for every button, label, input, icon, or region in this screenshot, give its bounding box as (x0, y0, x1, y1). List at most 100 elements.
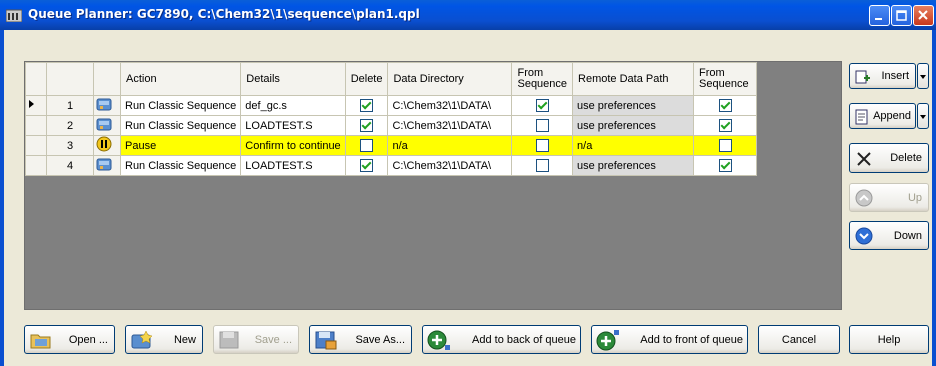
from-sequence-remote-cell[interactable] (693, 115, 758, 136)
from-sequence-remote-checkbox[interactable] (718, 119, 732, 132)
row-pointer-icon (29, 100, 34, 108)
new-button[interactable]: New (125, 325, 203, 354)
row-indicator (25, 155, 47, 176)
delete-checkbox-cell[interactable] (344, 115, 389, 136)
col-header-icon (93, 62, 121, 96)
details-cell[interactable]: def_gc.s (240, 95, 346, 116)
row-number: 2 (46, 115, 94, 136)
table-row[interactable]: 3 Pause Confirm to continue n/a n/a (25, 135, 758, 156)
action-cell[interactable]: Pause (119, 135, 242, 156)
col-header-remote-data-path[interactable]: Remote Data Path (572, 62, 695, 96)
delete-checkbox[interactable] (360, 159, 374, 172)
details-cell[interactable]: LOADTEST.S (240, 155, 346, 176)
save-label: Save ... (254, 333, 292, 346)
remote-data-path-cell[interactable]: use preferences (572, 155, 695, 176)
queue-grid[interactable]: Action Details Delete Data Directory Fro… (24, 61, 842, 310)
down-arrow-icon (855, 227, 873, 245)
row-number: 4 (46, 155, 94, 176)
col-header-row-indicator (25, 62, 47, 96)
add-back-label: Add to back of queue (472, 333, 576, 346)
data-directory-cell[interactable]: C:\Chem32\1\DATA\ (387, 95, 513, 116)
sequence-icon (93, 155, 121, 176)
remote-data-path-cell[interactable]: use preferences (572, 95, 695, 116)
save-button[interactable]: Save ... (213, 325, 299, 354)
save-as-label: Save As... (355, 333, 405, 346)
action-cell[interactable]: Run Classic Sequence (119, 155, 242, 176)
append-dropdown-button[interactable] (917, 103, 929, 129)
insert-button[interactable]: Insert (849, 63, 916, 89)
row-number: 1 (46, 95, 94, 116)
table-row[interactable]: 1 Run Classic Sequence def_gc.s C:\Chem3… (25, 95, 758, 116)
col-header-from-sequence-remote[interactable]: From Sequence (693, 62, 758, 96)
save-icon (219, 331, 239, 349)
from-sequence-remote-checkbox[interactable] (718, 99, 732, 112)
table-row[interactable]: 2 Run Classic Sequence LOADTEST.S C:\Che… (25, 115, 758, 136)
delete-checkbox-cell[interactable] (344, 155, 389, 176)
close-button[interactable] (913, 5, 934, 26)
minimize-button[interactable] (869, 5, 890, 26)
details-cell[interactable]: Confirm to continue (240, 135, 346, 156)
add-to-back-of-queue-button[interactable]: Add to back of queue (422, 325, 581, 354)
from-sequence-remote-checkbox[interactable] (718, 159, 732, 172)
from-sequence-remote-checkbox[interactable] (718, 139, 732, 152)
row-indicator (25, 115, 47, 136)
from-sequence-dir-cell[interactable] (511, 135, 574, 156)
maximize-button[interactable] (891, 5, 912, 26)
delete-checkbox[interactable] (360, 139, 374, 152)
col-header-delete[interactable]: Delete (344, 62, 389, 96)
window-frame-right (932, 30, 936, 366)
delete-checkbox[interactable] (360, 119, 374, 132)
add-front-label: Add to front of queue (640, 333, 743, 346)
from-sequence-dir-checkbox[interactable] (535, 119, 549, 132)
pause-icon (93, 135, 121, 156)
col-header-data-directory[interactable]: Data Directory (387, 62, 513, 96)
delete-checkbox[interactable] (360, 99, 374, 112)
from-sequence-dir-checkbox[interactable] (535, 99, 549, 112)
from-sequence-dir-cell[interactable] (511, 155, 574, 176)
delete-checkbox-cell[interactable] (344, 95, 389, 116)
close-icon (918, 10, 928, 20)
action-cell[interactable]: Run Classic Sequence (119, 115, 242, 136)
down-button[interactable]: Down (849, 221, 929, 250)
data-directory-cell[interactable]: C:\Chem32\1\DATA\ (387, 115, 513, 136)
from-sequence-dir-checkbox[interactable] (535, 159, 549, 172)
add-front-icon (596, 330, 619, 351)
from-sequence-remote-cell[interactable] (693, 155, 758, 176)
cancel-button[interactable]: Cancel (758, 325, 840, 354)
append-button[interactable]: Append (849, 103, 916, 129)
sequence-icon (93, 115, 121, 136)
col-header-details[interactable]: Details (240, 62, 346, 96)
help-button[interactable]: Help (849, 325, 929, 354)
minimize-icon (875, 18, 882, 20)
app-icon (6, 9, 22, 22)
data-directory-cell[interactable]: n/a (387, 135, 513, 156)
table-row[interactable]: 4 Run Classic Sequence LOADTEST.S C:\Che… (25, 155, 758, 176)
delete-button[interactable]: Delete (849, 143, 929, 173)
from-sequence-remote-cell[interactable] (693, 95, 758, 116)
details-cell[interactable]: LOADTEST.S (240, 115, 346, 136)
insert-dropdown-button[interactable] (917, 63, 929, 89)
col-header-num (46, 62, 94, 96)
from-sequence-dir-cell[interactable] (511, 95, 574, 116)
col-header-from-sequence-dir[interactable]: From Sequence (511, 62, 574, 96)
from-sequence-dir-cell[interactable] (511, 115, 574, 136)
delete-checkbox-cell[interactable] (344, 135, 389, 156)
data-directory-cell[interactable]: C:\Chem32\1\DATA\ (387, 155, 513, 176)
from-sequence-dir-checkbox[interactable] (535, 139, 549, 152)
up-button[interactable]: Up (849, 183, 929, 212)
from-sequence-remote-cell[interactable] (693, 135, 758, 156)
sequence-icon (93, 95, 121, 116)
insert-label: Insert (881, 70, 909, 82)
col-header-action[interactable]: Action (119, 62, 242, 96)
open-button[interactable]: Open ... (24, 325, 115, 354)
down-label: Down (893, 229, 922, 242)
window-frame-left (0, 30, 4, 366)
add-to-front-of-queue-button[interactable]: Add to front of queue (591, 325, 748, 354)
cancel-label: Cancel (781, 333, 817, 346)
remote-data-path-cell[interactable]: use preferences (572, 115, 695, 136)
remote-data-path-cell[interactable]: n/a (572, 135, 695, 156)
open-folder-icon (30, 334, 51, 349)
save-as-button[interactable]: Save As... (309, 325, 412, 354)
up-label: Up (907, 191, 922, 204)
action-cell[interactable]: Run Classic Sequence (119, 95, 242, 116)
